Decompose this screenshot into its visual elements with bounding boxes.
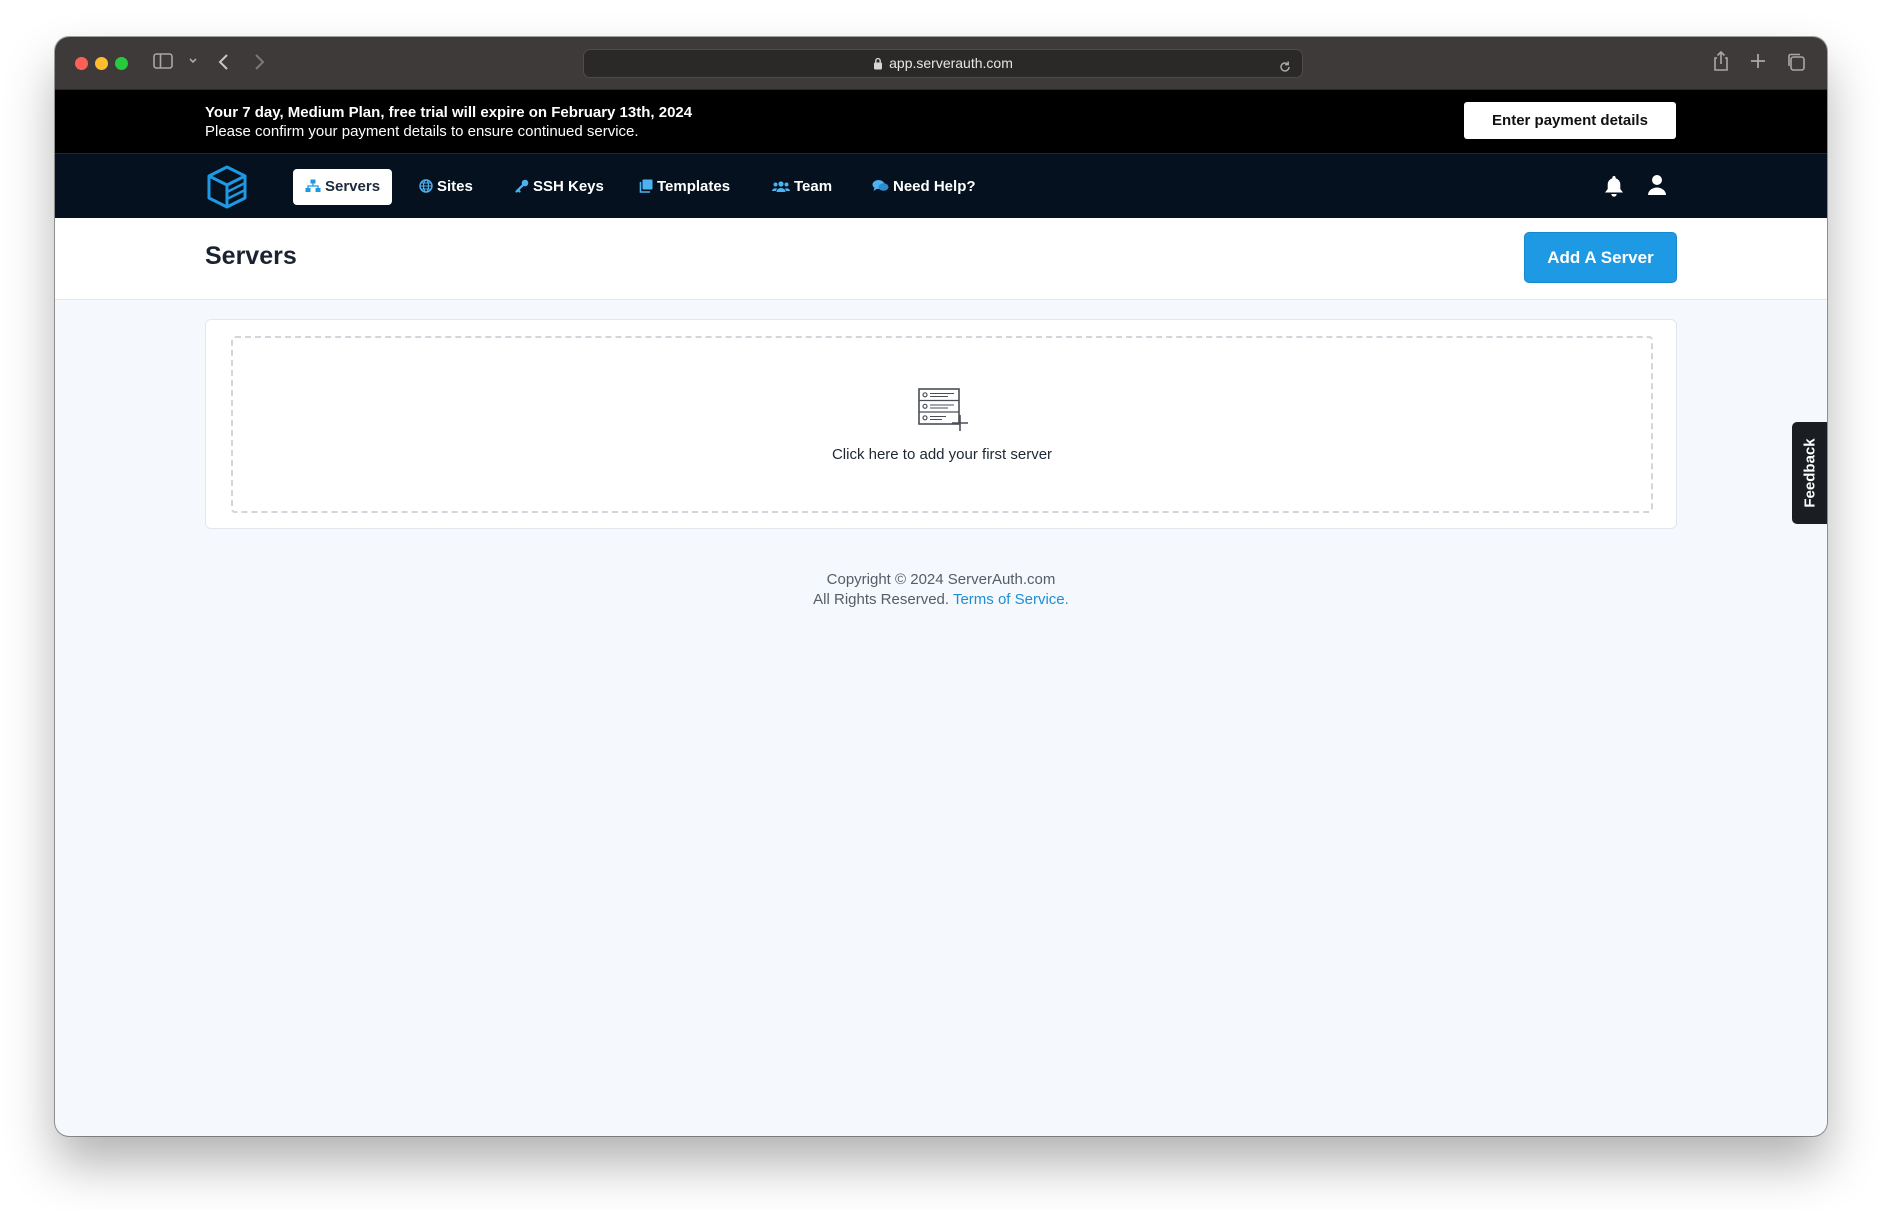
footer-copyright: Copyright © 2024 ServerAuth.com	[826, 571, 1056, 588]
nav-item-servers[interactable]: Servers	[293, 169, 393, 207]
feedback-tab[interactable]: Feedback	[1792, 422, 1827, 524]
add-server-button[interactable]: Add A Server	[1524, 232, 1677, 283]
back-icon[interactable]	[217, 52, 231, 72]
server-list-add-icon	[918, 388, 970, 437]
nav-label-templates: Templates	[657, 178, 731, 195]
bell-icon[interactable]	[1603, 174, 1625, 203]
key-icon	[515, 171, 529, 207]
enter-payment-button[interactable]: Enter payment details	[1464, 102, 1676, 139]
main-nav: Servers Sites SSH Keys Templates Team Ne…	[55, 153, 1827, 218]
footer: Copyright © 2024 ServerAuth.com All Righ…	[55, 570, 1827, 610]
url-text: app.serverauth.com	[889, 55, 1013, 71]
footer-rights-line: All Rights Reserved. Terms of Service.	[55, 590, 1827, 610]
footer-terms-suffix: .	[1064, 591, 1069, 608]
chevron-down-icon[interactable]	[188, 57, 198, 65]
add-first-server-dropzone[interactable]: Click here to add your first server	[231, 336, 1653, 513]
new-tab-icon[interactable]	[1749, 52, 1767, 70]
trial-expiry-text: Your 7 day, Medium Plan, free trial will…	[205, 104, 693, 121]
page-header: Servers Add A Server	[55, 218, 1827, 300]
nav-label-servers: Servers	[325, 178, 381, 195]
browser-window: app.serverauth.com Your 7 day, Medium Pl…	[55, 37, 1827, 1136]
share-icon[interactable]	[1712, 50, 1730, 72]
nav-item-team[interactable]: Team	[772, 169, 832, 205]
nav-item-ssh-keys[interactable]: SSH Keys	[515, 169, 604, 205]
nav-label-sites: Sites	[437, 178, 473, 195]
address-bar[interactable]: app.serverauth.com	[583, 49, 1303, 78]
minimize-window-button[interactable]	[95, 57, 108, 70]
servers-icon	[305, 171, 321, 207]
nav-label-need-help: Need Help?	[893, 178, 976, 195]
globe-icon	[419, 171, 433, 207]
forward-icon[interactable]	[252, 52, 266, 72]
reload-icon[interactable]	[1278, 56, 1292, 83]
tab-overview-icon[interactable]	[1786, 52, 1806, 72]
team-icon	[772, 171, 790, 207]
sidebar-toggle-icon[interactable]	[153, 53, 173, 69]
empty-state-text: Click here to add your first server	[831, 446, 1053, 463]
servers-empty-card: Click here to add your first server	[205, 319, 1677, 529]
chat-icon	[872, 171, 889, 207]
nav-item-need-help[interactable]: Need Help?	[872, 169, 976, 205]
templates-icon	[639, 171, 653, 207]
user-icon[interactable]	[1647, 174, 1667, 201]
lock-icon	[873, 52, 883, 79]
feedback-label: Feedback	[1801, 438, 1818, 508]
nav-item-sites[interactable]: Sites	[419, 169, 473, 205]
browser-toolbar: app.serverauth.com	[55, 37, 1827, 90]
zoom-window-button[interactable]	[115, 57, 128, 70]
nav-item-templates[interactable]: Templates	[639, 169, 730, 205]
nav-label-team: Team	[794, 178, 833, 195]
serverauth-logo-icon[interactable]	[205, 164, 249, 215]
trial-banner: Your 7 day, Medium Plan, free trial will…	[55, 90, 1827, 153]
trial-confirm-text: Please confirm your payment details to e…	[205, 123, 639, 140]
nav-label-ssh-keys: SSH Keys	[533, 178, 604, 195]
footer-rights: All Rights Reserved.	[813, 591, 950, 608]
terms-of-service-link[interactable]: Terms of Service	[953, 591, 1065, 608]
close-window-button[interactable]	[75, 57, 88, 70]
page-title: Servers	[205, 242, 297, 270]
